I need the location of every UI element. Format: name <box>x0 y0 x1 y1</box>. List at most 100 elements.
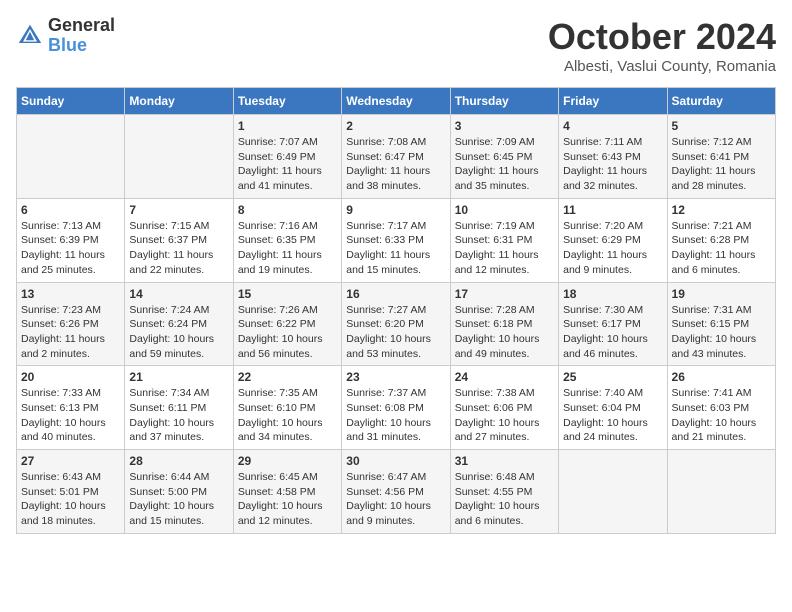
calendar-cell: 31 Sunrise: 6:48 AM Sunset: 4:55 PM Dayli… <box>450 450 558 534</box>
day-info: Sunrise: 7:30 AM Sunset: 6:17 PM Dayligh… <box>563 303 662 362</box>
day-info: Sunrise: 7:37 AM Sunset: 6:08 PM Dayligh… <box>346 386 445 445</box>
day-number: 11 <box>563 203 662 217</box>
header-day-tuesday: Tuesday <box>233 88 341 115</box>
calendar-cell: 9 Sunrise: 7:17 AM Sunset: 6:33 PM Daylig… <box>342 198 450 282</box>
calendar-cell: 14 Sunrise: 7:24 AM Sunset: 6:24 PM Dayli… <box>125 282 233 366</box>
calendar-cell: 19Sunrise: 7:31 AM Sunset: 6:15 PM Dayli… <box>667 282 775 366</box>
day-number: 15 <box>238 287 337 301</box>
day-info: Sunrise: 7:31 AM Sunset: 6:15 PM Dayligh… <box>672 303 771 362</box>
calendar-cell: 23 Sunrise: 7:37 AM Sunset: 6:08 PM Dayli… <box>342 366 450 450</box>
day-info: Sunrise: 7:09 AM Sunset: 6:45 PM Dayligh… <box>455 135 554 194</box>
calendar-cell <box>667 450 775 534</box>
week-row-0: 1 Sunrise: 7:07 AM Sunset: 6:49 PM Daylig… <box>17 115 776 199</box>
day-number: 5 <box>672 119 771 133</box>
calendar-cell: 24 Sunrise: 7:38 AM Sunset: 6:06 PM Dayli… <box>450 366 558 450</box>
location-subtitle: Albesti, Vaslui County, Romania <box>548 58 776 75</box>
day-number: 14 <box>129 287 228 301</box>
calendar-cell: 11Sunrise: 7:20 AM Sunset: 6:29 PM Dayli… <box>559 198 667 282</box>
day-number: 18 <box>563 287 662 301</box>
day-number: 21 <box>129 370 228 384</box>
day-info: Sunrise: 7:24 AM Sunset: 6:24 PM Dayligh… <box>129 303 228 362</box>
logo-line2: Blue <box>48 36 115 56</box>
day-info: Sunrise: 7:11 AM Sunset: 6:43 PM Dayligh… <box>563 135 662 194</box>
day-info: Sunrise: 7:17 AM Sunset: 6:33 PM Dayligh… <box>346 219 445 278</box>
week-row-3: 20 Sunrise: 7:33 AM Sunset: 6:13 PM Dayli… <box>17 366 776 450</box>
calendar-cell: 27Sunrise: 6:43 AM Sunset: 5:01 PM Dayli… <box>17 450 125 534</box>
calendar-header: SundayMondayTuesdayWednesdayThursdayFrid… <box>17 88 776 115</box>
calendar-cell: 13Sunrise: 7:23 AM Sunset: 6:26 PM Dayli… <box>17 282 125 366</box>
month-title: October 2024 <box>548 16 776 58</box>
calendar-cell: 30Sunrise: 6:47 AM Sunset: 4:56 PM Dayli… <box>342 450 450 534</box>
calendar-cell: 28Sunrise: 6:44 AM Sunset: 5:00 PM Dayli… <box>125 450 233 534</box>
day-number: 6 <box>21 203 120 217</box>
day-info: Sunrise: 7:12 AM Sunset: 6:41 PM Dayligh… <box>672 135 771 194</box>
day-number: 3 <box>455 119 554 133</box>
calendar-cell: 15 Sunrise: 7:26 AM Sunset: 6:22 PM Dayli… <box>233 282 341 366</box>
day-info: Sunrise: 7:35 AM Sunset: 6:10 PM Dayligh… <box>238 386 337 445</box>
header-day-saturday: Saturday <box>667 88 775 115</box>
day-number: 10 <box>455 203 554 217</box>
calendar-cell <box>17 115 125 199</box>
calendar-body: 1 Sunrise: 7:07 AM Sunset: 6:49 PM Daylig… <box>17 115 776 534</box>
calendar-cell <box>125 115 233 199</box>
header-day-wednesday: Wednesday <box>342 88 450 115</box>
day-number: 1 <box>238 119 337 133</box>
day-number: 2 <box>346 119 445 133</box>
logo-line1: General <box>48 16 115 36</box>
header-day-monday: Monday <box>125 88 233 115</box>
day-number: 22 <box>238 370 337 384</box>
day-number: 20 <box>21 370 120 384</box>
header-day-sunday: Sunday <box>17 88 125 115</box>
header-day-thursday: Thursday <box>450 88 558 115</box>
calendar-table: SundayMondayTuesdayWednesdayThursdayFrid… <box>16 87 776 534</box>
day-number: 26 <box>672 370 771 384</box>
day-number: 23 <box>346 370 445 384</box>
day-info: Sunrise: 7:34 AM Sunset: 6:11 PM Dayligh… <box>129 386 228 445</box>
day-info: Sunrise: 7:15 AM Sunset: 6:37 PM Dayligh… <box>129 219 228 278</box>
day-number: 31 <box>455 454 554 468</box>
day-info: Sunrise: 7:28 AM Sunset: 6:18 PM Dayligh… <box>455 303 554 362</box>
day-number: 30 <box>346 454 445 468</box>
calendar-cell: 17 Sunrise: 7:28 AM Sunset: 6:18 PM Dayli… <box>450 282 558 366</box>
day-number: 13 <box>21 287 120 301</box>
calendar-cell: 3 Sunrise: 7:09 AM Sunset: 6:45 PM Daylig… <box>450 115 558 199</box>
calendar-cell: 20 Sunrise: 7:33 AM Sunset: 6:13 PM Dayli… <box>17 366 125 450</box>
calendar-cell: 8Sunrise: 7:16 AM Sunset: 6:35 PM Daylig… <box>233 198 341 282</box>
week-row-4: 27Sunrise: 6:43 AM Sunset: 5:01 PM Dayli… <box>17 450 776 534</box>
day-number: 27 <box>21 454 120 468</box>
week-row-1: 6Sunrise: 7:13 AM Sunset: 6:39 PM Daylig… <box>17 198 776 282</box>
week-row-2: 13Sunrise: 7:23 AM Sunset: 6:26 PM Dayli… <box>17 282 776 366</box>
day-info: Sunrise: 7:41 AM Sunset: 6:03 PM Dayligh… <box>672 386 771 445</box>
calendar-cell: 16Sunrise: 7:27 AM Sunset: 6:20 PM Dayli… <box>342 282 450 366</box>
day-info: Sunrise: 7:16 AM Sunset: 6:35 PM Dayligh… <box>238 219 337 278</box>
title-block: October 2024 Albesti, Vaslui County, Rom… <box>548 16 776 75</box>
calendar-cell: 7Sunrise: 7:15 AM Sunset: 6:37 PM Daylig… <box>125 198 233 282</box>
day-info: Sunrise: 7:07 AM Sunset: 6:49 PM Dayligh… <box>238 135 337 194</box>
day-info: Sunrise: 7:19 AM Sunset: 6:31 PM Dayligh… <box>455 219 554 278</box>
day-info: Sunrise: 7:38 AM Sunset: 6:06 PM Dayligh… <box>455 386 554 445</box>
day-info: Sunrise: 7:40 AM Sunset: 6:04 PM Dayligh… <box>563 386 662 445</box>
day-info: Sunrise: 6:48 AM Sunset: 4:55 PM Dayligh… <box>455 470 554 529</box>
calendar-cell: 10 Sunrise: 7:19 AM Sunset: 6:31 PM Dayli… <box>450 198 558 282</box>
calendar-cell <box>559 450 667 534</box>
day-number: 9 <box>346 203 445 217</box>
header-row: SundayMondayTuesdayWednesdayThursdayFrid… <box>17 88 776 115</box>
logo-text: General Blue <box>48 16 115 56</box>
calendar-cell: 1 Sunrise: 7:07 AM Sunset: 6:49 PM Daylig… <box>233 115 341 199</box>
day-info: Sunrise: 7:08 AM Sunset: 6:47 PM Dayligh… <box>346 135 445 194</box>
calendar-cell: 22 Sunrise: 7:35 AM Sunset: 6:10 PM Dayli… <box>233 366 341 450</box>
day-info: Sunrise: 7:21 AM Sunset: 6:28 PM Dayligh… <box>672 219 771 278</box>
day-info: Sunrise: 7:33 AM Sunset: 6:13 PM Dayligh… <box>21 386 120 445</box>
page-header: General Blue October 2024 Albesti, Vaslu… <box>16 16 776 75</box>
day-number: 29 <box>238 454 337 468</box>
calendar-cell: 26 Sunrise: 7:41 AM Sunset: 6:03 PM Dayli… <box>667 366 775 450</box>
calendar-cell: 2 Sunrise: 7:08 AM Sunset: 6:47 PM Daylig… <box>342 115 450 199</box>
day-number: 17 <box>455 287 554 301</box>
day-number: 24 <box>455 370 554 384</box>
calendar-cell: 12 Sunrise: 7:21 AM Sunset: 6:28 PM Dayli… <box>667 198 775 282</box>
day-info: Sunrise: 7:26 AM Sunset: 6:22 PM Dayligh… <box>238 303 337 362</box>
calendar-cell: 25Sunrise: 7:40 AM Sunset: 6:04 PM Dayli… <box>559 366 667 450</box>
day-number: 4 <box>563 119 662 133</box>
day-number: 12 <box>672 203 771 217</box>
day-number: 28 <box>129 454 228 468</box>
